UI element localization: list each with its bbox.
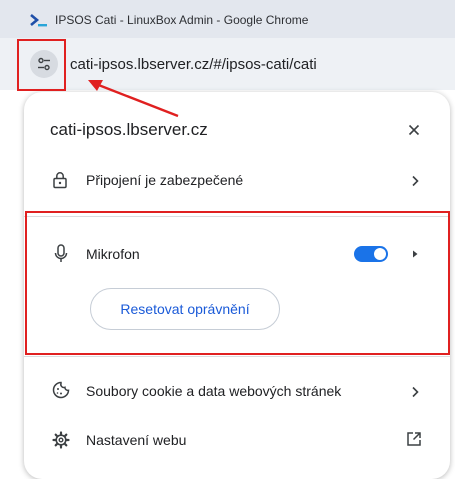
divider	[24, 356, 450, 357]
window-title-bar: IPSOS Cati - LinuxBox Admin - Google Chr…	[0, 0, 455, 38]
popup-site-title: cati-ipsos.lbserver.cz	[50, 120, 208, 139]
terminal-app-icon	[30, 14, 47, 27]
site-settings-label: Nastavení webu	[86, 432, 187, 448]
annotation-box-microphone	[25, 211, 450, 355]
window-title: IPSOS Cati - LinuxBox Admin - Google Chr…	[55, 13, 309, 27]
connection-label: Připojení je zabezpečené	[86, 172, 244, 188]
gear-icon	[52, 431, 70, 449]
chevron-right-icon	[412, 175, 419, 187]
address-bar: cati-ipsos.lbserver.cz/#/ipsos-cati/cati	[0, 38, 455, 90]
open-external-icon	[407, 432, 421, 446]
chevron-right-icon	[412, 386, 419, 398]
annotation-box-site-info	[17, 39, 66, 91]
lock-icon	[53, 172, 67, 189]
cookies-label: Soubory cookie a data webových stránek	[86, 383, 342, 399]
url-text[interactable]: cati-ipsos.lbserver.cz/#/ipsos-cati/cati	[70, 56, 317, 73]
close-icon[interactable]	[402, 118, 426, 142]
cookie-icon	[52, 381, 70, 399]
